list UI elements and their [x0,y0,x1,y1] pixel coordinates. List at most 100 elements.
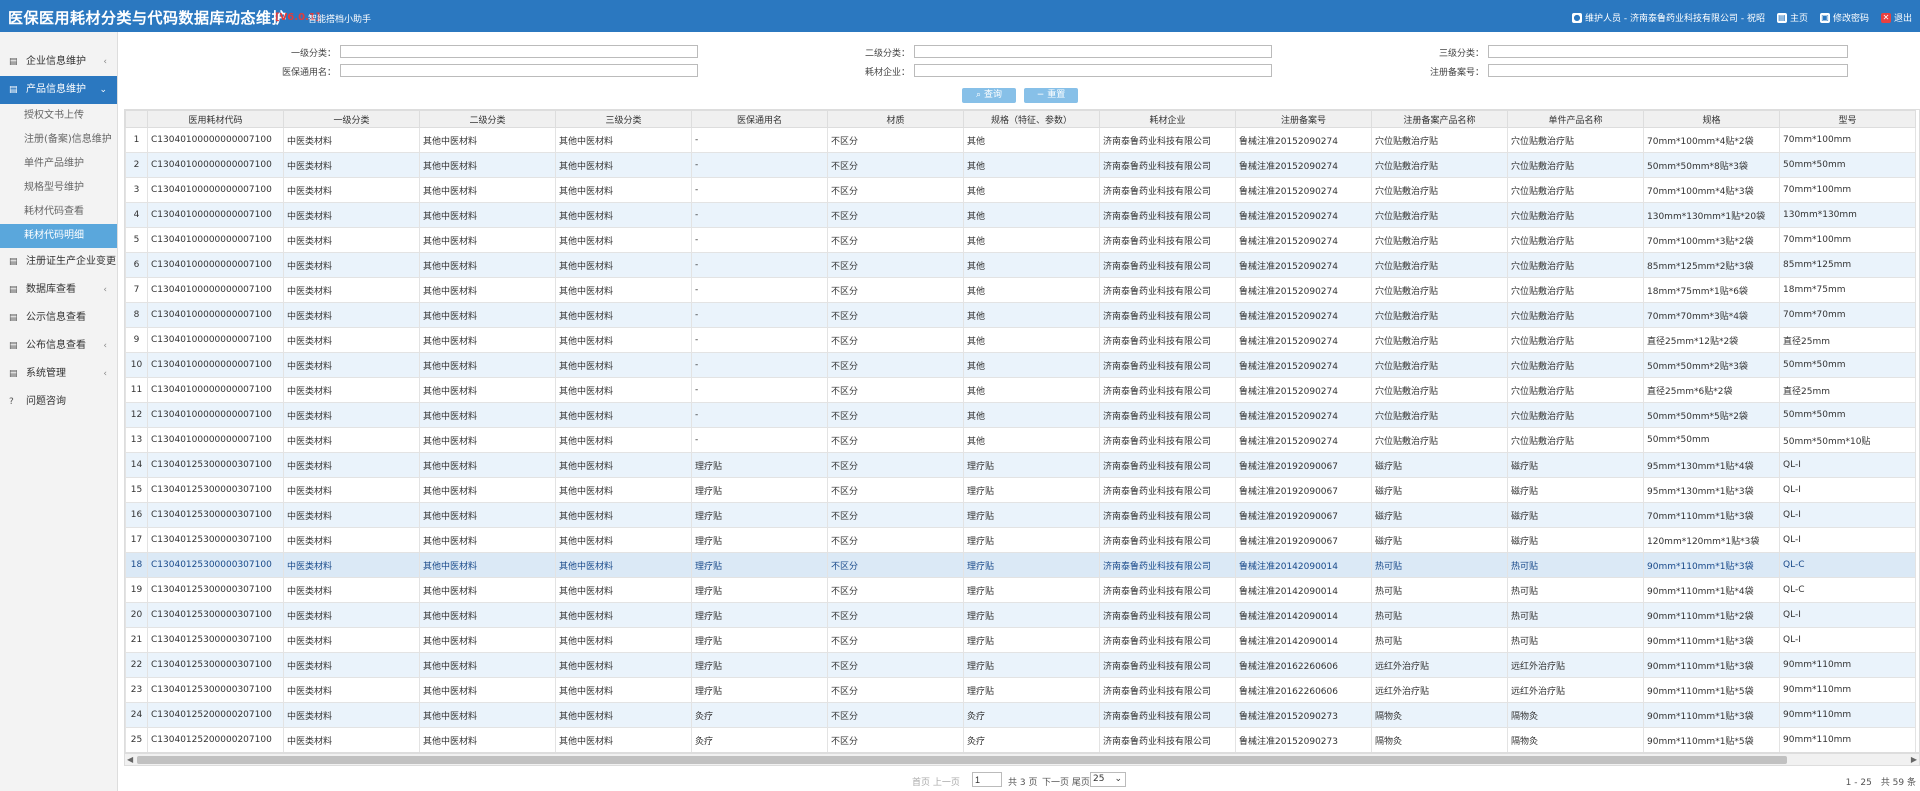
table-cell: 灸疗 [691,702,828,728]
column-header[interactable]: 二级分类 [419,110,556,128]
nav-publicity-view[interactable]: ▤ 公示信息查看 [0,304,117,332]
nav-announcement-view[interactable]: ▤ 公布信息查看 ‹ [0,332,117,360]
scroll-left-icon[interactable]: ◀ [127,754,133,766]
nav-spec-model[interactable]: 规格型号维护 [0,176,117,200]
nav-registration-info[interactable]: 注册(备案)信息维护 [0,128,117,152]
scroll-thumb[interactable] [137,756,1787,764]
table-row[interactable]: 8 C13040100000000007100 中医类材料 其他中医材料 其他中医材料 -… [125,302,1916,328]
column-header[interactable]: 注册备案号 [1235,110,1372,128]
table-row[interactable]: 14 C13040125300000307100 中医类材料 其他中医材料 其他中医材料… [125,452,1916,478]
nav-auth-upload[interactable]: 授权文书上传 [0,104,117,128]
table-cell: 理疗贴 [691,677,828,703]
user-info[interactable]: ● 维护人员 - 济南泰鲁药业科技有限公司 - 祝昭 [1572,11,1765,24]
table-cell: 鲁械注准20162260606 [1235,652,1372,678]
nav-single-product[interactable]: 单件产品维护 [0,152,117,176]
table-row[interactable]: 23 C13040125300000307100 中医类材料 其他中医材料 其他中医材料… [125,677,1916,703]
table-cell: 70mm*100mm [1779,177,1916,203]
nav-product-info[interactable]: ▤ 产品信息维护 ⌄ [0,76,117,104]
table-row[interactable]: 24 C13040125200000207100 中医类材料 其他中医材料 其他中医材料… [125,702,1916,728]
table-row[interactable]: 2 C13040100000000007100 中医类材料 其他中医材料 其他中医材料 -… [125,152,1916,178]
table-cell: 18mm*75mm*1贴*6袋 [1643,277,1780,303]
column-header[interactable]: 三级分类 [555,110,692,128]
logout-link[interactable]: ✕ 退出 [1880,11,1912,24]
nav-cert-change[interactable]: ▤ 注册证生产企业变更 [0,248,117,276]
generic-name-input[interactable] [340,64,698,77]
table-cell: C13040100000000007100 [147,127,284,153]
column-header[interactable]: 耗材企业 [1099,110,1236,128]
helper-link[interactable]: 智能搭档小助手 [308,12,371,25]
table-cell: 70mm*110mm*1贴*3袋 [1643,502,1780,528]
horizontal-scrollbar[interactable]: ◀ ▶ [124,753,1920,766]
column-header[interactable]: 材质 [827,110,964,128]
table-row[interactable]: 6 C13040100000000007100 中医类材料 其他中医材料 其他中医材料 -… [125,252,1916,278]
table-cell: 其他中医材料 [555,377,692,403]
table-cell: 理疗贴 [963,602,1100,628]
table-cell: 其他中医材料 [419,502,556,528]
first-prev-links[interactable]: 首页 上一页 [912,775,960,788]
table-cell: 90mm*110mm [1779,652,1916,678]
table-row[interactable]: 13 C13040100000000007100 中医类材料 其他中医材料 其他中医材料… [125,427,1916,453]
column-header[interactable]: 规格 [1643,110,1780,128]
column-header[interactable] [125,110,148,128]
table-row[interactable]: 18 C13040125300000307100 中医类材料 其他中医材料 其他中医材料… [125,552,1916,578]
table-cell: 热可贴 [1371,577,1508,603]
column-header[interactable]: 规格（特征、参数） [963,110,1100,128]
table-row[interactable]: 10 C13040100000000007100 中医类材料 其他中医材料 其他中医材料… [125,352,1916,378]
chevron-left-icon: ‹ [103,341,107,351]
row-number: 2 [125,152,148,178]
table-row[interactable]: 15 C13040125300000307100 中医类材料 其他中医材料 其他中医材料… [125,477,1916,503]
document-icon: ▤ [9,341,18,351]
table-row[interactable]: 5 C13040100000000007100 中医类材料 其他中医材料 其他中医材料 -… [125,227,1916,253]
table-row[interactable]: 12 C13040100000000007100 中医类材料 其他中医材料 其他中医材料… [125,402,1916,428]
next-last-links[interactable]: 下一页 尾页 [1042,775,1090,788]
row-number: 3 [125,177,148,203]
nav-code-detail[interactable]: 耗材代码明细 [0,224,117,248]
nav-faq[interactable]: ? 问题咨询 [0,388,117,416]
column-header[interactable]: 单件产品名称 [1507,110,1644,128]
table-row[interactable]: 7 C13040100000000007100 中医类材料 其他中医材料 其他中医材料 -… [125,277,1916,303]
table-row[interactable]: 16 C13040125300000307100 中医类材料 其他中医材料 其他中医材料… [125,502,1916,528]
scroll-right-icon[interactable]: ▶ [1911,754,1917,766]
nav-system-admin[interactable]: ▤ 系统管理 ‹ [0,360,117,388]
chevron-left-icon: ‹ [103,369,107,379]
reg-no-input[interactable] [1488,64,1848,77]
level1-input[interactable] [340,45,698,58]
column-header[interactable]: 医保通用名 [691,110,828,128]
column-header[interactable]: 注册备案产品名称 [1371,110,1508,128]
table-row[interactable]: 11 C13040100000000007100 中医类材料 其他中医材料 其他中医材料… [125,377,1916,403]
level2-input[interactable] [914,45,1272,58]
nav-code-view[interactable]: 耗材代码查看 [0,200,117,224]
column-header[interactable]: 型号 [1779,110,1916,128]
table-cell: C13040125300000307100 [147,452,284,478]
company-input[interactable] [914,64,1272,77]
reset-button[interactable]: − 重置 [1024,88,1078,103]
table-cell: 直径25mm*6贴*2袋 [1643,377,1780,403]
column-header[interactable]: 一级分类 [283,110,420,128]
page-number-input[interactable] [972,772,1002,787]
table-row[interactable]: 21 C13040125300000307100 中医类材料 其他中医材料 其他中医材料… [125,627,1916,653]
search-button[interactable]: ⌕ 查询 [962,88,1016,103]
table-cell: 其他中医材料 [555,252,692,278]
nav-database-view[interactable]: ▤ 数据库查看 ‹ [0,276,117,304]
level3-input[interactable] [1488,45,1848,58]
table-cell: C13040125300000307100 [147,577,284,603]
table-row[interactable]: 22 C13040125300000307100 中医类材料 其他中医材料 其他中医材料… [125,652,1916,678]
table-cell: 理疗贴 [691,502,828,528]
home-link[interactable]: ▤ 主页 [1776,11,1808,24]
table-cell: 济南泰鲁药业科技有限公司 [1099,452,1236,478]
column-header[interactable]: 医用耗材代码 [147,110,284,128]
table-cell: 不区分 [827,152,964,178]
table-row[interactable]: 4 C13040100000000007100 中医类材料 其他中医材料 其他中医材料 -… [125,202,1916,228]
table-row[interactable]: 1 C13040100000000007100 中医类材料 其他中医材料 其他中医材料 -… [125,127,1916,153]
table-cell: 其他 [963,302,1100,328]
table-row[interactable]: 25 C13040125200000207100 中医类材料 其他中医材料 其他中医材料… [125,727,1916,752]
table-row[interactable]: 19 C13040125300000307100 中医类材料 其他中医材料 其他中医材料… [125,577,1916,603]
table-row[interactable]: 20 C13040125300000307100 中医类材料 其他中医材料 其他中医材料… [125,602,1916,628]
table-row[interactable]: 3 C13040100000000007100 中医类材料 其他中医材料 其他中医材料 -… [125,177,1916,203]
row-number: 10 [125,352,148,378]
table-row[interactable]: 9 C13040100000000007100 中医类材料 其他中医材料 其他中医材料 -… [125,327,1916,353]
nav-enterprise-info[interactable]: ▤ 企业信息维护 ‹ [0,48,117,76]
page-size-select[interactable]: 25 ⌄ [1090,772,1126,787]
change-password-link[interactable]: ▣ 修改密码 [1819,11,1869,24]
table-row[interactable]: 17 C13040125300000307100 中医类材料 其他中医材料 其他中医材料… [125,527,1916,553]
